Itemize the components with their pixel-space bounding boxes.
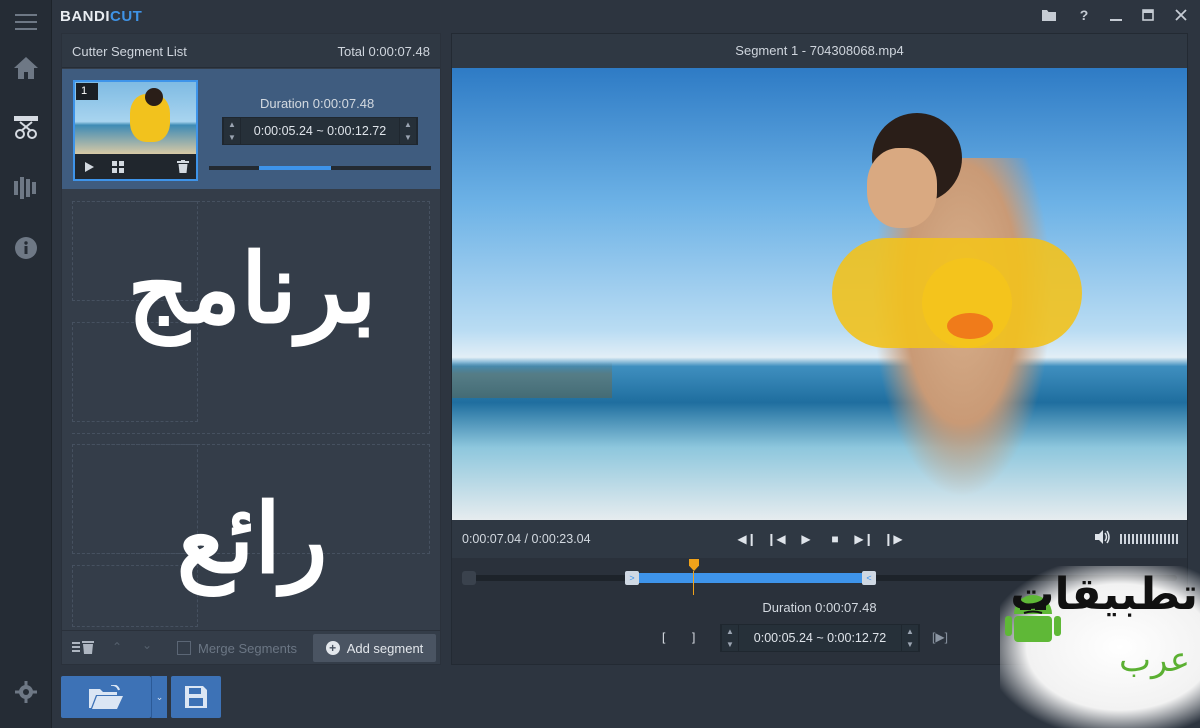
total-duration: Total 0:00:07.48 <box>337 44 430 59</box>
save-icon <box>185 686 207 708</box>
open-folder-icon <box>89 685 123 709</box>
title-bar: BANDICUT ? <box>52 0 1200 32</box>
end-time-stepper[interactable]: ▲ ▼ <box>399 118 417 144</box>
play-icon[interactable]: ▶ <box>797 530 815 548</box>
range-end-handle[interactable]: < <box>862 571 876 585</box>
segment-list-footer: ⌃ ⌄ Merge Segments + Add segment <box>62 630 440 664</box>
segment-list-header: Cutter Segment List Total 0:00:07.48 <box>62 34 440 68</box>
playhead-line <box>693 571 694 595</box>
watermark-text-accent: عرب <box>1118 640 1190 680</box>
move-up-icon[interactable]: ⌃ <box>112 640 122 654</box>
info-icon[interactable] <box>0 226 52 270</box>
segment-thumbnail[interactable]: 1 <box>73 80 198 181</box>
range-time-box[interactable]: ▲ ▼ 0:00:05.24 ~ 0:00:12.72 ▲ ▼ <box>720 624 920 652</box>
panel-title: Cutter Segment List <box>72 44 187 59</box>
trash-icon[interactable] <box>177 160 191 174</box>
segment-duration: Duration 0:00:07.48 <box>260 96 375 111</box>
app-logo: BANDICUT <box>60 8 143 25</box>
video-preview[interactable] <box>452 68 1187 520</box>
minimize-icon[interactable] <box>1102 4 1130 26</box>
range-time-text: 0:00:05.24 ~ 0:00:12.72 <box>753 631 887 645</box>
range-start-stepper[interactable]: ▲ ▼ <box>721 625 739 651</box>
set-end-button[interactable]: ] <box>692 630 695 644</box>
home-icon[interactable] <box>0 46 52 90</box>
video-scene-palms <box>452 338 612 398</box>
left-nav-rail <box>0 0 52 728</box>
timeline-selected-range <box>632 573 868 583</box>
grid-icon[interactable] <box>112 160 126 174</box>
volume-slider[interactable] <box>1120 534 1180 544</box>
open-file-button[interactable] <box>61 676 151 718</box>
settings-icon[interactable] <box>0 670 52 714</box>
range-start-handle[interactable]: > <box>625 571 639 585</box>
preview-title: Segment 1 - 704308068.mp4 <box>452 34 1187 68</box>
add-segment-button[interactable]: + Add segment <box>313 634 436 662</box>
merge-segments-checkbox[interactable] <box>177 641 191 655</box>
watermark-text: تطبيقات <box>1010 569 1198 620</box>
encode-icon[interactable] <box>0 166 52 210</box>
cutter-icon[interactable] <box>0 106 52 150</box>
play-icon[interactable] <box>83 160 97 174</box>
next-segment-icon[interactable]: ❙▶ <box>883 530 902 548</box>
help-icon[interactable]: ? <box>1070 4 1098 26</box>
menu-icon[interactable] <box>0 0 52 44</box>
move-down-icon[interactable]: ⌄ <box>142 638 152 652</box>
overlay-text: رائع <box>176 482 328 595</box>
range-end-stepper[interactable]: ▲ ▼ <box>901 625 919 651</box>
delete-all-icon[interactable] <box>72 640 94 657</box>
stop-icon[interactable]: ■ <box>826 530 844 548</box>
video-scene-face <box>867 148 937 228</box>
thumbnail-toolbar <box>75 154 196 179</box>
save-button[interactable] <box>171 676 221 718</box>
folder-icon[interactable] <box>1035 4 1063 26</box>
maximize-icon[interactable] <box>1134 4 1162 26</box>
prev-segment-icon[interactable]: ◀❙ <box>737 530 756 548</box>
timeline-start-handle[interactable] <box>462 571 476 585</box>
overlay-text: برنامج <box>127 232 377 345</box>
playback-controls: 0:00:07.04 / 0:00:23.04 ◀❙ ❙◀ ▶ ■ ▶❙ ❙▶ <box>452 520 1187 558</box>
segment-number: 1 <box>76 83 98 100</box>
segment-row[interactable]: 1 Duration 0:00:07.48 ▲ ▼ 0:00:05.24 ~ 0:… <box>62 69 440 189</box>
segment-list-panel: Cutter Segment List Total 0:00:07.48 1 D… <box>61 33 441 665</box>
merge-segments-label: Merge Segments <box>198 641 297 656</box>
current-time: 0:00:07.04 / 0:00:23.04 <box>462 532 591 546</box>
segment-progress-bar <box>209 166 431 170</box>
next-frame-icon[interactable]: ▶❙ <box>854 530 873 548</box>
playhead[interactable] <box>689 559 699 571</box>
segment-time-text: 0:00:05.24 ~ 0:00:12.72 <box>253 124 387 138</box>
plus-icon: + <box>325 641 340 655</box>
video-scene-beak <box>947 313 993 339</box>
close-icon[interactable] <box>1167 4 1195 26</box>
set-start-button[interactable]: [ <box>662 630 665 644</box>
volume-icon[interactable] <box>1095 530 1111 547</box>
play-range-button[interactable]: [▶] <box>932 630 948 644</box>
segment-time-range[interactable]: ▲ ▼ 0:00:05.24 ~ 0:00:12.72 ▲ ▼ <box>222 117 418 145</box>
start-time-stepper[interactable]: ▲ ▼ <box>223 118 241 144</box>
prev-frame-icon[interactable]: ❙◀ <box>766 530 785 548</box>
segment-progress-fill <box>259 166 331 170</box>
open-dropdown-icon[interactable]: ⌄ <box>151 676 167 718</box>
